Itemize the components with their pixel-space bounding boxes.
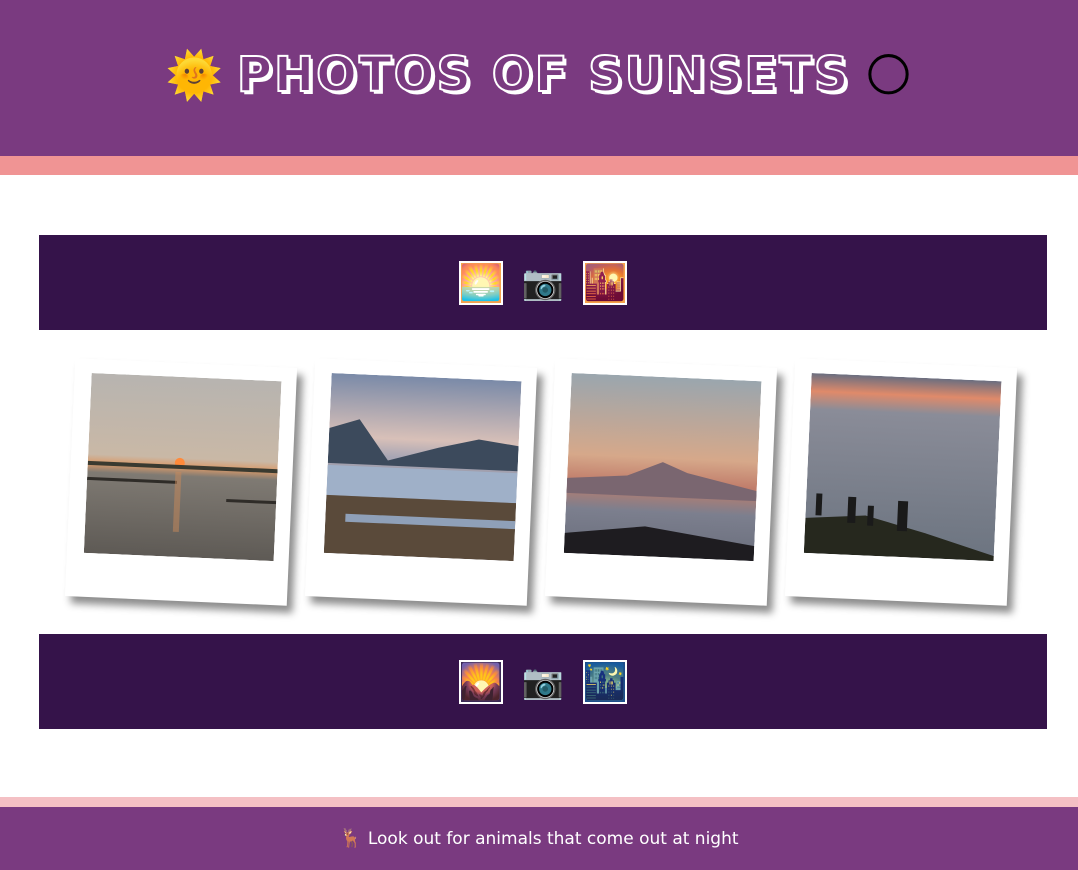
city-sunset-icon: 🌇 — [583, 260, 627, 305]
sun-with-face-icon: 🌞 — [165, 48, 223, 102]
photo-mountain-lake — [323, 372, 522, 562]
header-stripe — [0, 156, 1078, 175]
polaroid-card — [304, 358, 538, 606]
deer-icon: 🦌 — [339, 828, 362, 849]
footer-text: Look out for animals that come out at ni… — [367, 828, 739, 849]
camera-icon: 📷 — [521, 262, 565, 303]
top-icon-band: 🌅 📷 🌇 — [39, 235, 1047, 330]
polaroid-card — [64, 358, 298, 606]
full-moon-icon: 🌕 — [864, 48, 913, 102]
night-city-icon: 🌃 — [583, 659, 627, 704]
sunrise-over-mountains-icon: 🌄 — [459, 659, 503, 704]
header-title-row: 🌞 PHOTOS OF SUNSETS 🌕 — [165, 46, 913, 104]
photo-mountain-haze — [563, 372, 762, 562]
camera-icon: 📷 — [521, 661, 565, 702]
bottom-icon-band: 🌄 📷 🌃 — [39, 634, 1047, 729]
polaroid-card — [544, 358, 778, 606]
sunrise-icon: 🌅 — [459, 260, 503, 305]
photo-people-on-hill — [803, 372, 1002, 562]
polaroid-card — [784, 358, 1018, 606]
page-title: PHOTOS OF SUNSETS — [236, 46, 851, 104]
photo-sunset-pier — [83, 372, 282, 562]
page-header: 🌞 PHOTOS OF SUNSETS 🌕 — [0, 0, 1078, 156]
footer-stripe — [0, 797, 1078, 807]
page-footer: 🦌 Look out for animals that come out at … — [0, 807, 1078, 870]
